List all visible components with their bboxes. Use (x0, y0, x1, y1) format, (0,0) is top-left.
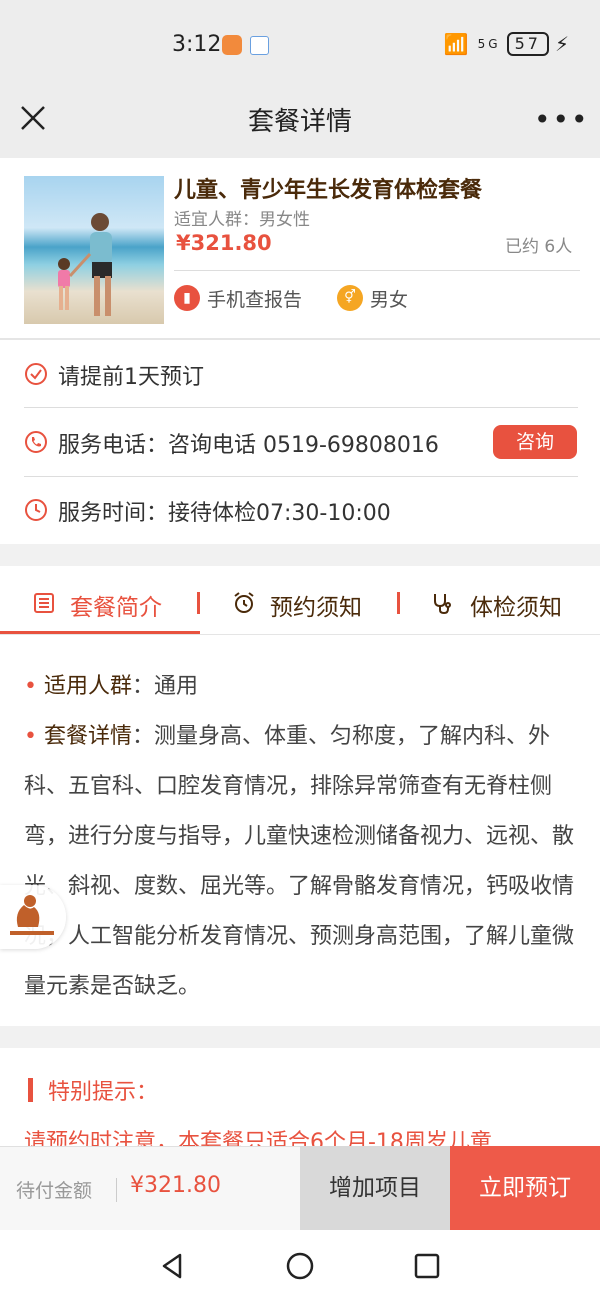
audience-value: ：通用 (132, 674, 199, 699)
tab-booking-notice[interactable]: 预约须知 (270, 588, 362, 622)
package-description: • 适用人群：通用 • 套餐详情：测量身高、体重、匀称度，了解内科、外科、五官科… (24, 662, 580, 1012)
check-clock-icon (25, 363, 47, 385)
battery-icon: 57 (506, 32, 549, 56)
tag-phone-report: 手机查报告 (207, 289, 303, 311)
tab-divider (397, 592, 400, 614)
row-divider (24, 407, 578, 408)
charging-icon: ⚡ (554, 32, 572, 56)
page-title: 套餐详情 (247, 107, 352, 137)
product-price: ¥321.80 (176, 231, 272, 255)
clock-icon (25, 499, 47, 521)
hospital-logo-floating-button[interactable] (0, 885, 66, 949)
notification-calendar-icon (250, 36, 269, 55)
booked-count: 已约 6人 (505, 237, 573, 257)
tag-gender: 男女 (370, 289, 409, 311)
details-line: • 套餐详情：测量身高、体重、匀称度，了解内科、外科、五官科、口腔发育情况，排除… (24, 712, 580, 1012)
book-now-button[interactable]: 立即预订 (450, 1146, 600, 1230)
network-label: 5G (477, 37, 501, 51)
wifi-icon: 📶 (443, 32, 472, 56)
pay-label: 待付金额 (16, 1180, 93, 1202)
consult-button[interactable]: 咨询 (493, 425, 577, 459)
add-item-button[interactable]: 增加项目 (300, 1146, 450, 1230)
bullet: • (24, 724, 44, 749)
audience-line: • 适用人群：通用 (24, 662, 580, 712)
details-value: ：测量身高、体重、匀称度，了解内科、外科、五官科、口腔发育情况，排除异常筛查有无… (24, 724, 575, 999)
status-time: 3:12 (172, 32, 222, 57)
tab-divider (197, 592, 200, 614)
special-tip-title: 特别提示： (48, 1080, 159, 1105)
tab-package-intro[interactable]: 套餐简介 (70, 588, 162, 622)
notification-app-icon (222, 35, 242, 55)
gender-icon: ⚥ (337, 285, 363, 311)
service-phone[interactable]: 服务电话：咨询电话 0519-69808016 (58, 427, 439, 459)
recents-icon[interactable] (414, 1253, 440, 1279)
more-options-icon[interactable]: ••• (534, 103, 590, 136)
tabs-divider (0, 634, 600, 635)
advance-notice: 请提前1天预订 (58, 365, 204, 390)
card-divider (174, 270, 580, 271)
pay-separator (116, 1178, 117, 1202)
home-icon[interactable] (286, 1252, 314, 1280)
service-hours: 服务时间：接待体检07:30-10:00 (58, 501, 391, 526)
product-thumbnail[interactable] (24, 176, 164, 324)
section-divider (0, 338, 600, 340)
phone-icon (25, 431, 47, 453)
back-icon[interactable] (158, 1252, 186, 1280)
product-title: 儿童、青少年生长发育体检套餐 (174, 178, 483, 203)
section-gap (0, 544, 600, 566)
tip-marker (28, 1078, 33, 1102)
tab-exam-notice[interactable]: 体检须知 (470, 588, 562, 622)
phone-report-icon: ▮ (174, 285, 200, 311)
audience-label: 适用人群 (43, 674, 132, 699)
alarm-clock-icon (234, 592, 254, 613)
details-label: 套餐详情 (43, 724, 132, 749)
list-icon (34, 593, 54, 613)
bullet: • (24, 674, 44, 699)
row-divider (24, 476, 578, 477)
status-icons: 📶 5G 57 ⚡ (444, 32, 572, 56)
section-gap (0, 1026, 600, 1048)
product-audience: 适宜人群：男女性 (174, 210, 310, 230)
stethoscope-icon (434, 594, 451, 615)
pay-amount: ¥321.80 (130, 1173, 221, 1198)
